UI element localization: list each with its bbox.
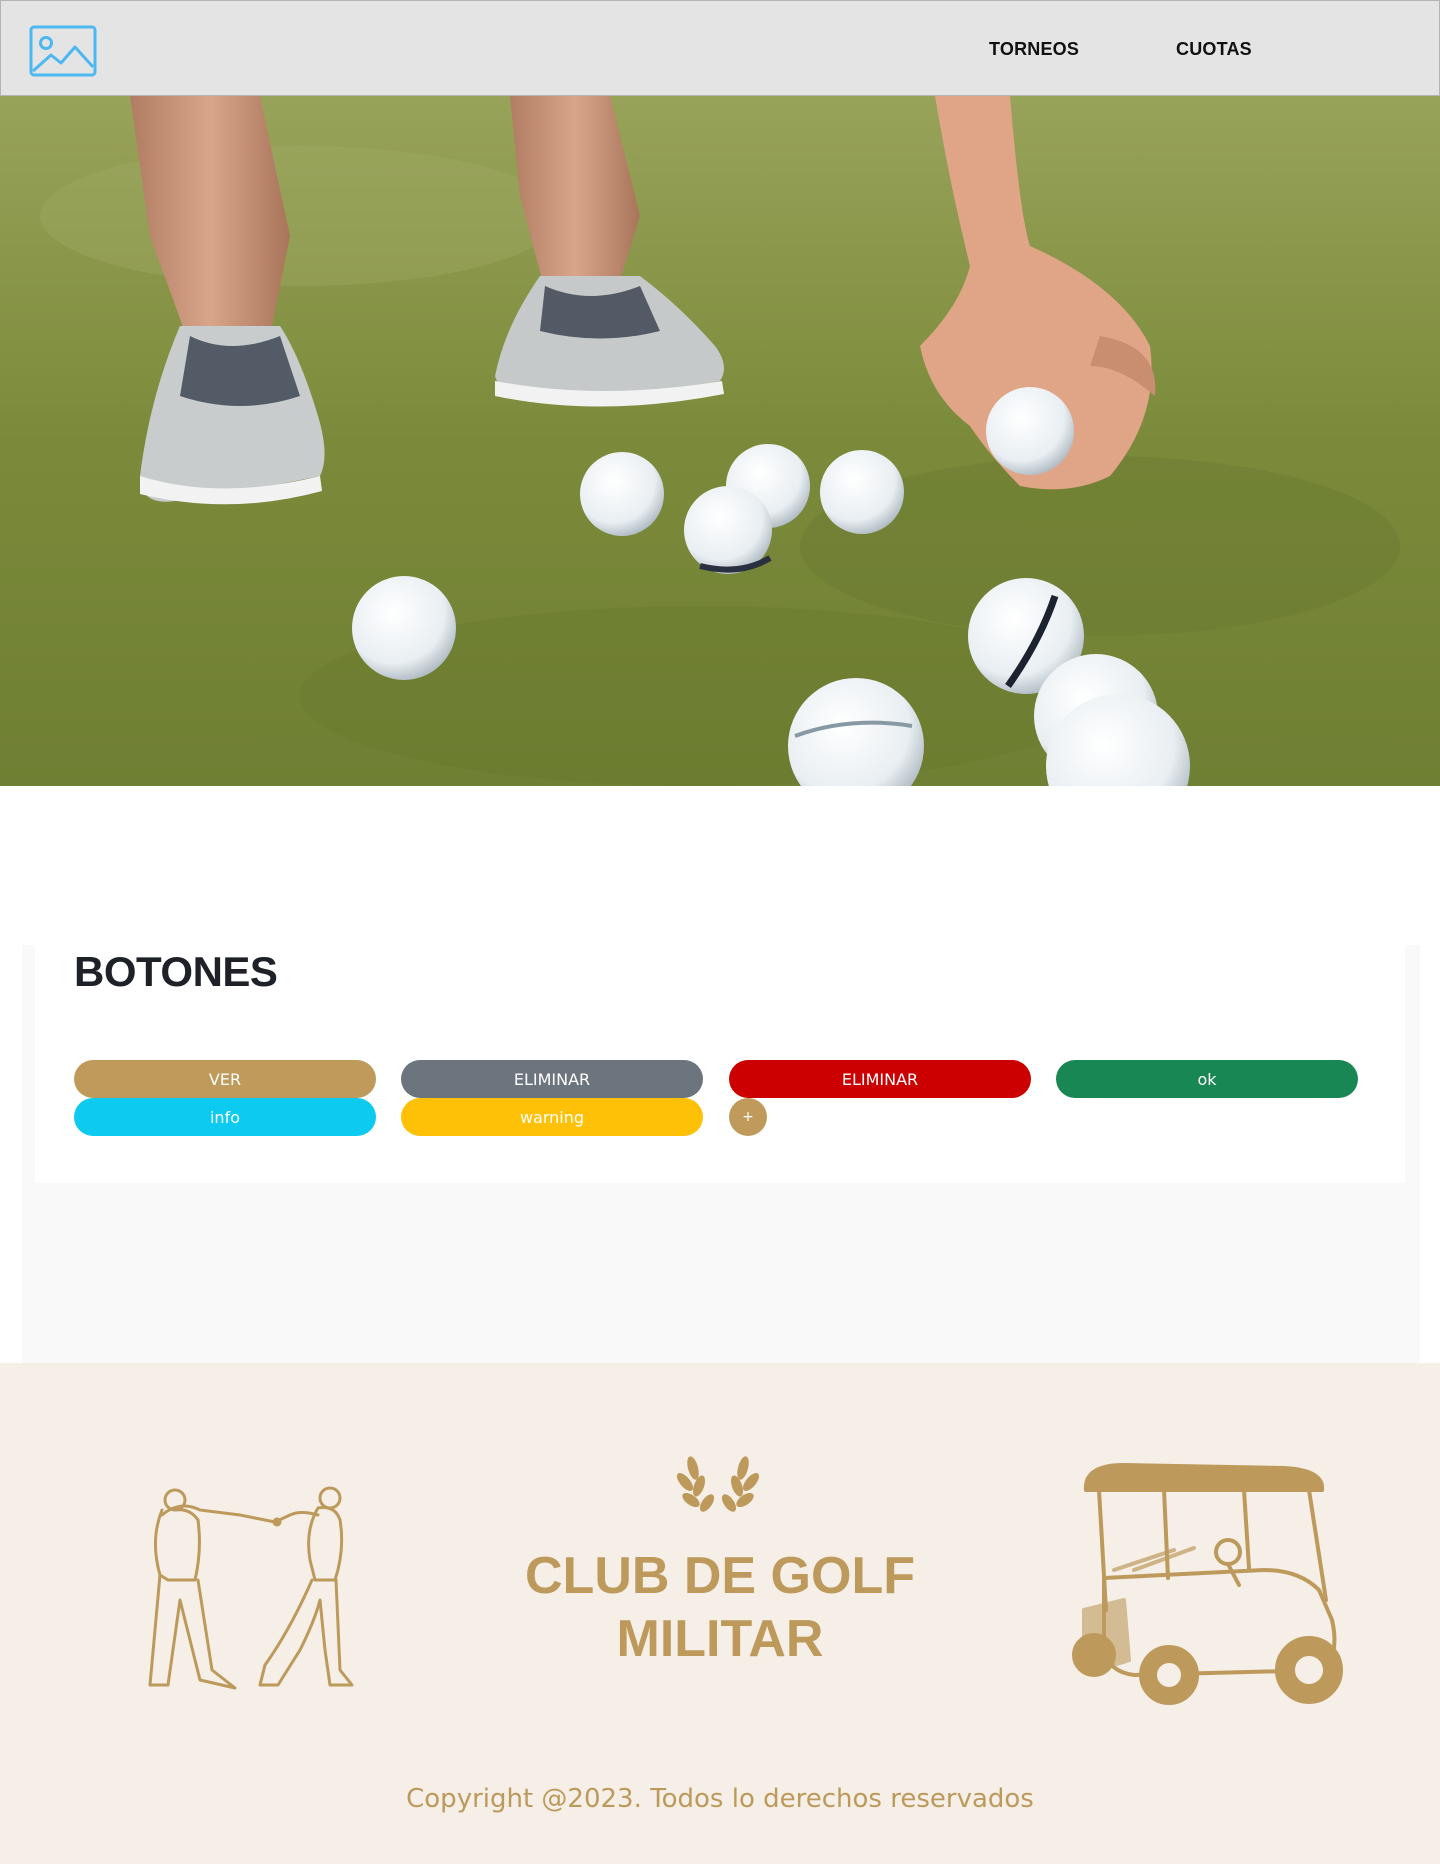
hero-image — [0, 96, 1440, 786]
copyright-text: Copyright @2023. Todos lo derechos reser… — [406, 1784, 1034, 1814]
warning-button[interactable]: warning — [401, 1098, 703, 1136]
club-name-line2: MILITAR — [616, 1610, 824, 1668]
laurel-wreath-icon — [673, 1448, 763, 1518]
eliminar-secondary-button[interactable]: ELIMINAR — [401, 1060, 703, 1098]
info-button[interactable]: info — [74, 1098, 376, 1136]
section-title: BOTONES — [74, 948, 278, 995]
eliminar-danger-button[interactable]: ELIMINAR — [729, 1060, 1031, 1098]
nav-link-torneos[interactable]: TORNEOS — [989, 39, 1079, 60]
add-button[interactable]: + — [729, 1098, 767, 1136]
image-placeholder-icon[interactable] — [29, 25, 97, 77]
ver-button[interactable]: VER — [74, 1060, 376, 1098]
ok-button[interactable]: ok — [1056, 1060, 1358, 1098]
top-navbar: TORNEOS CUOTAS — [0, 0, 1440, 96]
golf-cart-icon — [1064, 1460, 1349, 1720]
nav-link-cuotas[interactable]: CUOTAS — [1176, 39, 1252, 60]
golfers-illustration-icon — [140, 1480, 360, 1695]
club-name-title: CLUB DE GOLF MILITAR — [420, 1545, 1020, 1671]
club-name-line1: CLUB DE GOLF — [525, 1547, 915, 1605]
